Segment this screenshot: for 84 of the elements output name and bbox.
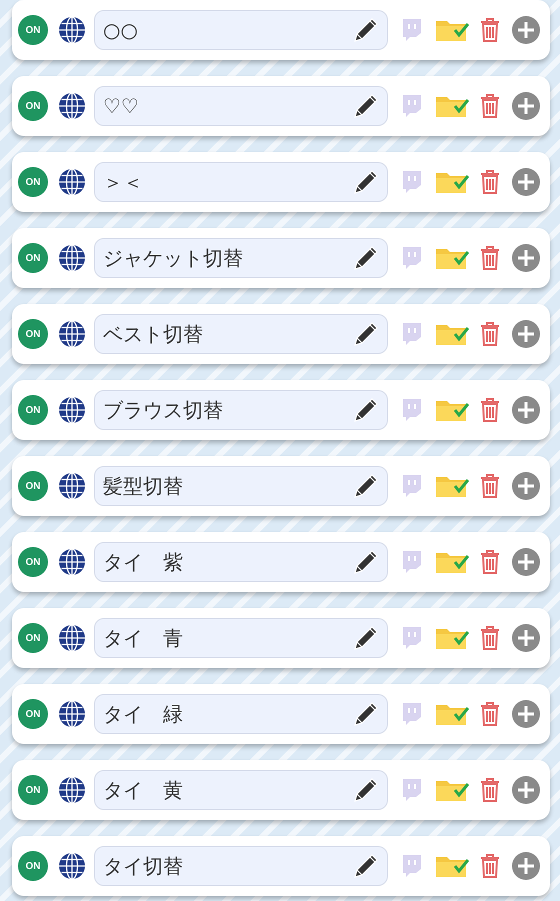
globe-icon[interactable] [58, 396, 86, 424]
add-icon[interactable] [512, 168, 540, 196]
folder-check-icon[interactable] [435, 854, 470, 878]
on-toggle[interactable]: ON [18, 547, 48, 577]
add-icon[interactable] [512, 92, 540, 120]
pencil-icon[interactable] [353, 701, 379, 727]
trash-icon[interactable] [479, 397, 501, 423]
folder-check-icon[interactable] [435, 170, 470, 194]
folder-check-icon[interactable] [435, 550, 470, 574]
name-field[interactable]: 髪型切替 [94, 466, 388, 506]
name-field[interactable]: ＞＜ [94, 162, 388, 202]
name-field[interactable]: ♡♡ [94, 86, 388, 126]
name-field[interactable]: タイ 青 [94, 618, 388, 658]
globe-icon[interactable] [58, 776, 86, 804]
add-icon[interactable] [512, 16, 540, 44]
name-field[interactable]: タイ 紫 [94, 542, 388, 582]
add-icon[interactable] [512, 548, 540, 576]
trash-icon[interactable] [479, 473, 501, 499]
trash-icon[interactable] [479, 701, 501, 727]
name-field[interactable]: タイ 緑 [94, 694, 388, 734]
add-icon[interactable] [512, 776, 540, 804]
on-toggle[interactable]: ON [18, 851, 48, 881]
pencil-icon[interactable] [353, 853, 379, 879]
folder-check-icon[interactable] [435, 94, 470, 118]
globe-icon[interactable] [58, 624, 86, 652]
trash-icon[interactable] [479, 549, 501, 575]
folder-check-icon[interactable] [435, 702, 470, 726]
pencil-icon[interactable] [353, 17, 379, 43]
add-icon[interactable] [512, 244, 540, 272]
pencil-icon[interactable] [353, 473, 379, 499]
add-icon[interactable] [512, 700, 540, 728]
pencil-icon[interactable] [353, 549, 379, 575]
folder-check-icon[interactable] [435, 626, 470, 650]
folder-check-icon[interactable] [435, 322, 470, 346]
trash-icon[interactable] [479, 245, 501, 271]
on-toggle[interactable]: ON [18, 243, 48, 273]
on-toggle[interactable]: ON [18, 699, 48, 729]
on-toggle[interactable]: ON [18, 91, 48, 121]
trash-icon[interactable] [479, 93, 501, 119]
name-field[interactable]: ベスト切替 [94, 314, 388, 354]
on-toggle[interactable]: ON [18, 775, 48, 805]
globe-icon[interactable] [58, 472, 86, 500]
globe-icon[interactable] [58, 852, 86, 880]
globe-icon[interactable] [58, 700, 86, 728]
globe-icon[interactable] [58, 320, 86, 348]
on-toggle[interactable]: ON [18, 15, 48, 45]
add-icon[interactable] [512, 396, 540, 424]
add-icon[interactable] [512, 472, 540, 500]
globe-icon[interactable] [58, 548, 86, 576]
pencil-icon[interactable] [353, 245, 379, 271]
on-toggle[interactable]: ON [18, 319, 48, 349]
name-field[interactable]: ブラウス切替 [94, 390, 388, 430]
folder-check-icon[interactable] [435, 246, 470, 270]
on-toggle[interactable]: ON [18, 471, 48, 501]
globe-icon[interactable] [58, 92, 86, 120]
globe-icon[interactable] [58, 168, 86, 196]
name-field[interactable]: ○○ [94, 10, 388, 50]
name-field[interactable]: タイ切替 [94, 846, 388, 886]
folder-check-icon[interactable] [435, 474, 470, 498]
folder-check-icon[interactable] [435, 778, 470, 802]
trash-icon[interactable] [479, 17, 501, 43]
pencil-icon[interactable] [353, 169, 379, 195]
trash-icon[interactable] [479, 169, 501, 195]
name-field[interactable]: タイ 黄 [94, 770, 388, 810]
trash-icon[interactable] [479, 321, 501, 347]
globe-icon[interactable] [58, 16, 86, 44]
trash-icon[interactable] [479, 777, 501, 803]
on-toggle[interactable]: ON [18, 167, 48, 197]
add-icon[interactable] [512, 320, 540, 348]
name-field[interactable]: ジャケット切替 [94, 238, 388, 278]
add-icon[interactable] [512, 852, 540, 880]
pencil-icon[interactable] [353, 321, 379, 347]
on-toggle[interactable]: ON [18, 623, 48, 653]
add-icon[interactable] [512, 624, 540, 652]
on-toggle[interactable]: ON [18, 395, 48, 425]
trash-icon[interactable] [479, 853, 501, 879]
pencil-icon[interactable] [353, 93, 379, 119]
pencil-icon[interactable] [353, 397, 379, 423]
folder-check-icon[interactable] [435, 18, 470, 42]
globe-icon[interactable] [58, 244, 86, 272]
pencil-icon[interactable] [353, 777, 379, 803]
pencil-icon[interactable] [353, 625, 379, 651]
folder-check-icon[interactable] [435, 398, 470, 422]
trash-icon[interactable] [479, 625, 501, 651]
